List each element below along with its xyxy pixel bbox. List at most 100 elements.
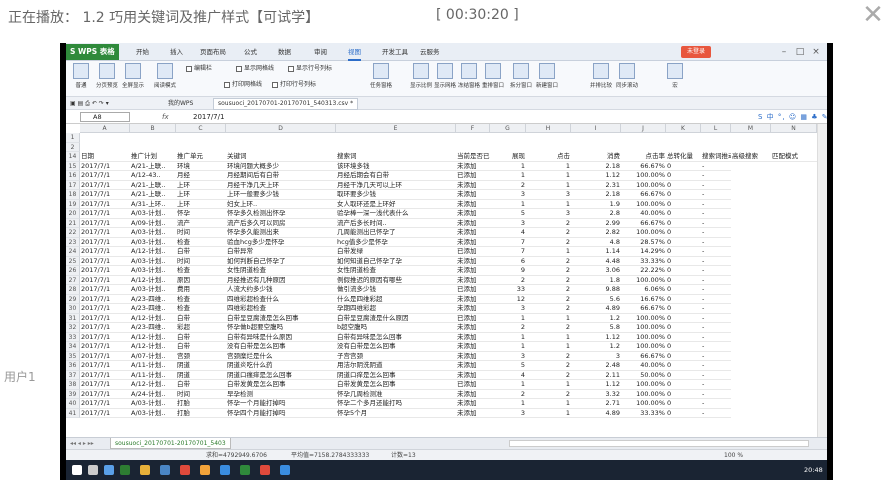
table-cell[interactable]: 3.32 — [571, 390, 621, 399]
table-cell[interactable]: 白带有异味是什么原因 — [226, 333, 336, 342]
table-cell[interactable]: - — [701, 314, 731, 323]
table-cell[interactable]: 3.06 — [571, 266, 621, 276]
table-cell[interactable]: 怀孕多久能测出来 — [226, 228, 336, 238]
ribbon-checkbox[interactable]: 编辑栏 — [186, 65, 212, 73]
table-cell[interactable]: - — [701, 276, 731, 285]
table-cell[interactable]: 12 — [490, 295, 526, 304]
table-cell[interactable]: 怀孕四个月能打掉吗 — [226, 409, 336, 418]
table-cell[interactable]: 0 — [666, 304, 701, 314]
table-cell[interactable]: 16.67% — [621, 295, 666, 304]
table-cell[interactable]: - — [701, 352, 731, 361]
table-cell[interactable]: - — [701, 247, 731, 257]
table-cell[interactable]: - — [701, 361, 731, 371]
row-number[interactable]: 1 — [66, 133, 80, 143]
row-number[interactable]: 34 — [66, 342, 80, 352]
table-cell[interactable]: 1 — [490, 171, 526, 181]
fx-icon[interactable]: fx — [162, 111, 169, 123]
table-cell[interactable]: 100.00% — [621, 323, 666, 333]
table-cell[interactable]: 3 — [490, 409, 526, 418]
table-cell[interactable]: 白带发绿 — [336, 247, 456, 257]
table-cell[interactable]: 未添加 — [456, 276, 490, 285]
table-cell[interactable]: 上环一般要多少钱 — [226, 190, 336, 200]
column-header[interactable]: N — [771, 124, 817, 133]
spreadsheet-grid[interactable]: A B C D E F G H I J K L M N 1 2 14 日期 推广计划 推广单元 关键词 搜索词 当前是否已展… — [66, 124, 827, 437]
table-cell[interactable]: 1 — [526, 181, 571, 190]
table-cell[interactable]: 1.9 — [571, 200, 621, 209]
table-cell[interactable]: A/12-计划.. — [130, 314, 176, 323]
table-cell[interactable]: 已添加 — [456, 285, 490, 295]
table-cell[interactable]: 33 — [490, 285, 526, 295]
table-cell[interactable]: 2017/7/1 — [80, 257, 130, 266]
table-cell[interactable]: 7 — [490, 238, 526, 247]
table-cell[interactable]: 2017/7/1 — [80, 314, 130, 323]
table-cell[interactable]: 100.00% — [621, 399, 666, 409]
table-cell[interactable]: 66.67% — [621, 162, 666, 171]
table-cell[interactable]: 4.89 — [571, 409, 621, 418]
table-cell[interactable]: 检查 — [176, 295, 226, 304]
ribbon-checkbox[interactable]: 显示网格线 — [236, 65, 274, 73]
table-cell[interactable]: 流产后多长时间.. — [336, 219, 456, 228]
table-cell[interactable]: 2017/7/1 — [80, 247, 130, 257]
table-cell[interactable]: 0 — [666, 409, 701, 418]
table-cell[interactable]: 7 — [490, 247, 526, 257]
table-cell[interactable]: 2.8 — [571, 209, 621, 219]
table-cell[interactable]: 白带 — [176, 247, 226, 257]
table-cell[interactable]: 2017/7/1 — [80, 238, 130, 247]
table-cell[interactable]: 2017/7/1 — [80, 371, 130, 380]
table-cell[interactable]: 0 — [666, 371, 701, 380]
table-cell[interactable]: A/12-计划.. — [130, 342, 176, 352]
table-cell[interactable]: 0 — [666, 390, 701, 399]
table-cell[interactable]: - — [701, 371, 731, 380]
table-cell[interactable]: 0 — [666, 314, 701, 323]
table-cell[interactable]: A/03-计划.. — [130, 238, 176, 247]
table-cell[interactable]: 已添加 — [456, 380, 490, 390]
table-cell[interactable]: 2 — [490, 276, 526, 285]
table-cell[interactable]: - — [701, 266, 731, 276]
row-number[interactable]: 39 — [66, 389, 80, 399]
table-cell[interactable]: 宫颈糜烂是什么 — [226, 352, 336, 361]
table-cell[interactable]: A/21-上联.. — [130, 190, 176, 200]
menu-item[interactable]: 视图 — [348, 43, 361, 61]
table-cell[interactable]: 0 — [666, 190, 701, 200]
table-cell[interactable]: 怀孕几周检测准 — [336, 390, 456, 399]
table-cell[interactable]: 未添加 — [456, 228, 490, 238]
quick-access-icons[interactable]: ▣ ▤ ⎙ ↶ ↷ ▾ — [70, 97, 109, 110]
table-cell[interactable]: 1 — [526, 380, 571, 390]
table-cell[interactable]: 例假推迟的原因有哪些 — [336, 276, 456, 285]
row-number[interactable]: 14 — [66, 152, 80, 162]
column-header[interactable]: G — [490, 124, 526, 133]
table-cell[interactable]: 检查 — [176, 304, 226, 314]
table-cell[interactable]: 2.11 — [571, 371, 621, 380]
row-number[interactable]: 24 — [66, 247, 80, 257]
table-cell[interactable]: 当前是否已 — [456, 152, 490, 162]
table-cell[interactable]: A/23-四维.. — [130, 295, 176, 304]
table-cell[interactable]: 2017/7/1 — [80, 409, 130, 418]
table-cell[interactable]: 2 — [490, 390, 526, 399]
column-header[interactable]: M — [731, 124, 771, 133]
table-cell[interactable]: 人流大约多少钱 — [226, 285, 336, 295]
table-cell[interactable]: 四维彩超检查什么 — [226, 295, 336, 304]
table-cell[interactable]: 未添加 — [456, 333, 490, 342]
table-cell[interactable]: 几周能测出已怀孕了 — [336, 228, 456, 238]
table-cell[interactable]: 点击 — [526, 152, 571, 162]
table-cell[interactable]: 0 — [666, 238, 701, 247]
table-cell[interactable]: 2 — [490, 181, 526, 190]
table-cell[interactable]: 未添加 — [456, 209, 490, 219]
row-number[interactable]: 15 — [66, 161, 80, 171]
table-cell[interactable]: 3 — [490, 352, 526, 361]
table-cell[interactable]: 5 — [490, 361, 526, 371]
table-cell[interactable]: 白带呈豆腐渣是什么原因 — [336, 314, 456, 323]
row-number[interactable]: 18 — [66, 190, 80, 200]
table-cell[interactable]: 5.8 — [571, 323, 621, 333]
table-cell[interactable]: 2 — [490, 323, 526, 333]
table-cell[interactable]: 彩超 — [176, 323, 226, 333]
table-cell[interactable]: 怀孕多久检测出怀孕 — [226, 209, 336, 219]
table-cell[interactable]: 3 — [490, 304, 526, 314]
table-cell[interactable]: 28.57% — [621, 238, 666, 247]
taskbar-app-icon[interactable] — [160, 465, 170, 475]
table-cell[interactable]: 1.12 — [571, 171, 621, 181]
table-cell[interactable]: A/03-计划.. — [130, 409, 176, 418]
taskbar-app-icon[interactable] — [260, 465, 270, 475]
table-cell[interactable]: 6.06% — [621, 285, 666, 295]
table-cell[interactable]: - — [701, 390, 731, 399]
